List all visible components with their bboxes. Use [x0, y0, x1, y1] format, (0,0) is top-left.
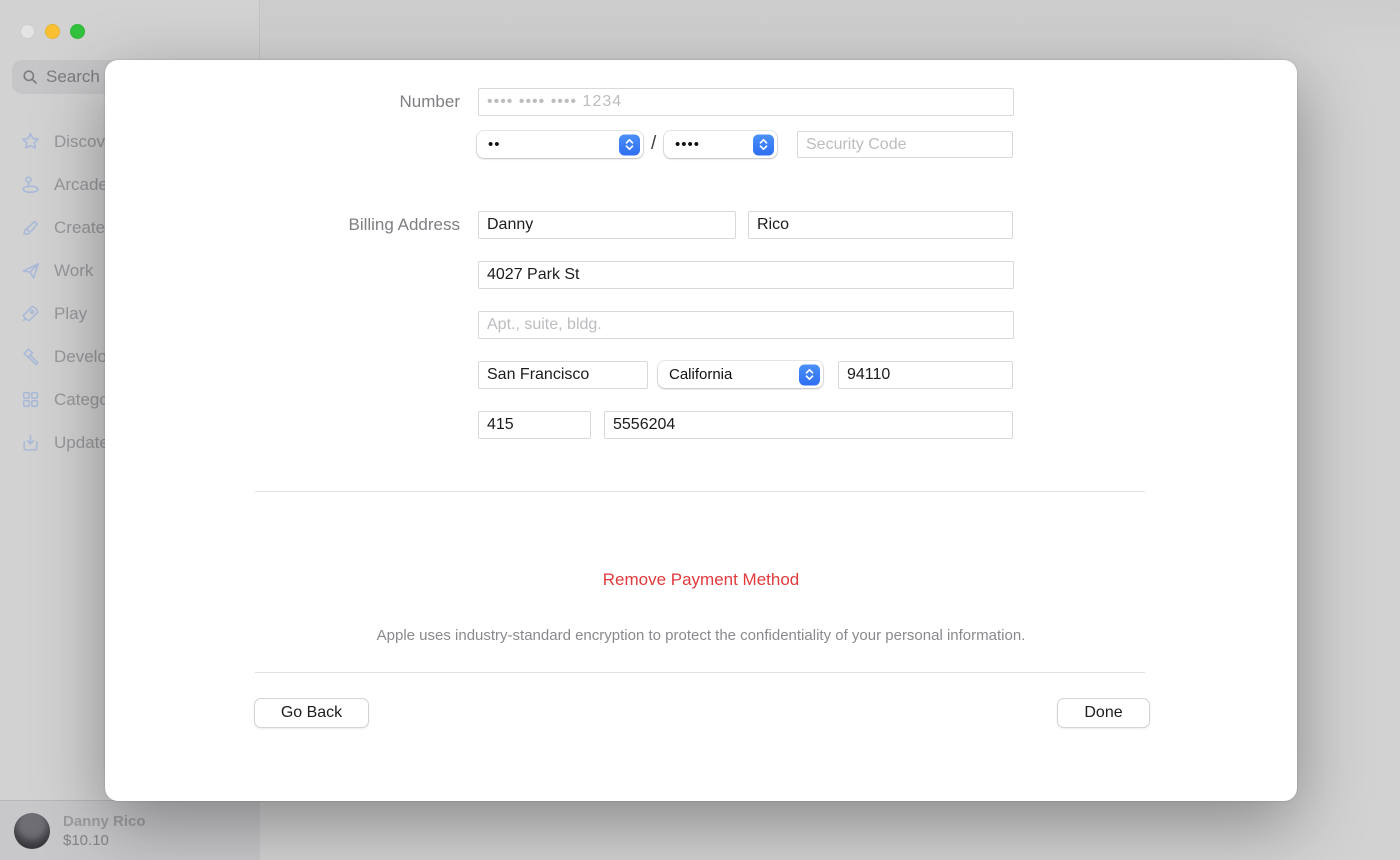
expiry-month-select[interactable]: •• [477, 131, 643, 158]
sidebar-item-label: Work [54, 261, 93, 281]
sidebar-item-label: Play [54, 304, 87, 324]
expiry-month-value: •• [488, 136, 501, 153]
account-footer[interactable]: Danny Rico $10.10 [0, 800, 260, 860]
paintbrush-icon [20, 217, 41, 238]
window-controls [20, 24, 85, 39]
rocket-icon [20, 303, 41, 324]
sidebar-item-label: Arcade [54, 175, 108, 195]
card-number-input[interactable] [478, 88, 1014, 116]
phone-input[interactable] [604, 411, 1013, 439]
card-number-label: Number [200, 88, 460, 116]
divider [255, 672, 1145, 673]
account-balance: $10.10 [63, 831, 146, 850]
divider [255, 491, 1145, 492]
account-text: Danny Rico $10.10 [63, 812, 146, 850]
billing-address-label: Billing Address [200, 211, 460, 239]
go-back-button[interactable]: Go Back [254, 698, 369, 728]
done-button[interactable]: Done [1057, 698, 1150, 728]
sidebar-item-label: Create [54, 218, 105, 238]
close-button[interactable] [20, 24, 35, 39]
search-placeholder: Search [46, 67, 100, 87]
city-input[interactable] [478, 361, 648, 389]
account-name: Danny Rico [63, 812, 146, 831]
hammer-icon [20, 346, 41, 367]
street-address-input[interactable] [478, 261, 1014, 289]
apt-suite-input[interactable] [478, 311, 1014, 339]
security-code-input[interactable] [797, 131, 1013, 158]
star-icon [20, 131, 41, 152]
grid-icon [20, 389, 41, 410]
joystick-icon [20, 174, 41, 195]
expiry-year-select[interactable]: •••• [664, 131, 777, 158]
download-icon [20, 432, 41, 453]
zip-input[interactable] [838, 361, 1013, 389]
expiry-separator: / [651, 133, 656, 155]
app-store-window: t Card nny Search Discove [0, 0, 1400, 860]
last-name-input[interactable] [748, 211, 1013, 239]
paper-plane-icon [20, 260, 41, 281]
stepper-icon [619, 134, 640, 155]
expiry-year-value: •••• [675, 136, 700, 153]
payment-method-dialog: Number •• / •••• Billing Address [105, 60, 1297, 801]
zoom-button[interactable] [70, 24, 85, 39]
remove-payment-method-link[interactable]: Remove Payment Method [105, 570, 1297, 590]
minimize-button[interactable] [45, 24, 60, 39]
state-value: California [669, 366, 732, 383]
state-select[interactable]: California [658, 361, 823, 388]
stepper-icon [753, 134, 774, 155]
stepper-icon [799, 364, 820, 385]
first-name-input[interactable] [478, 211, 736, 239]
avatar [14, 813, 50, 849]
area-code-input[interactable] [478, 411, 591, 439]
privacy-note: Apple uses industry-standard encryption … [205, 627, 1197, 644]
search-icon [22, 69, 38, 85]
